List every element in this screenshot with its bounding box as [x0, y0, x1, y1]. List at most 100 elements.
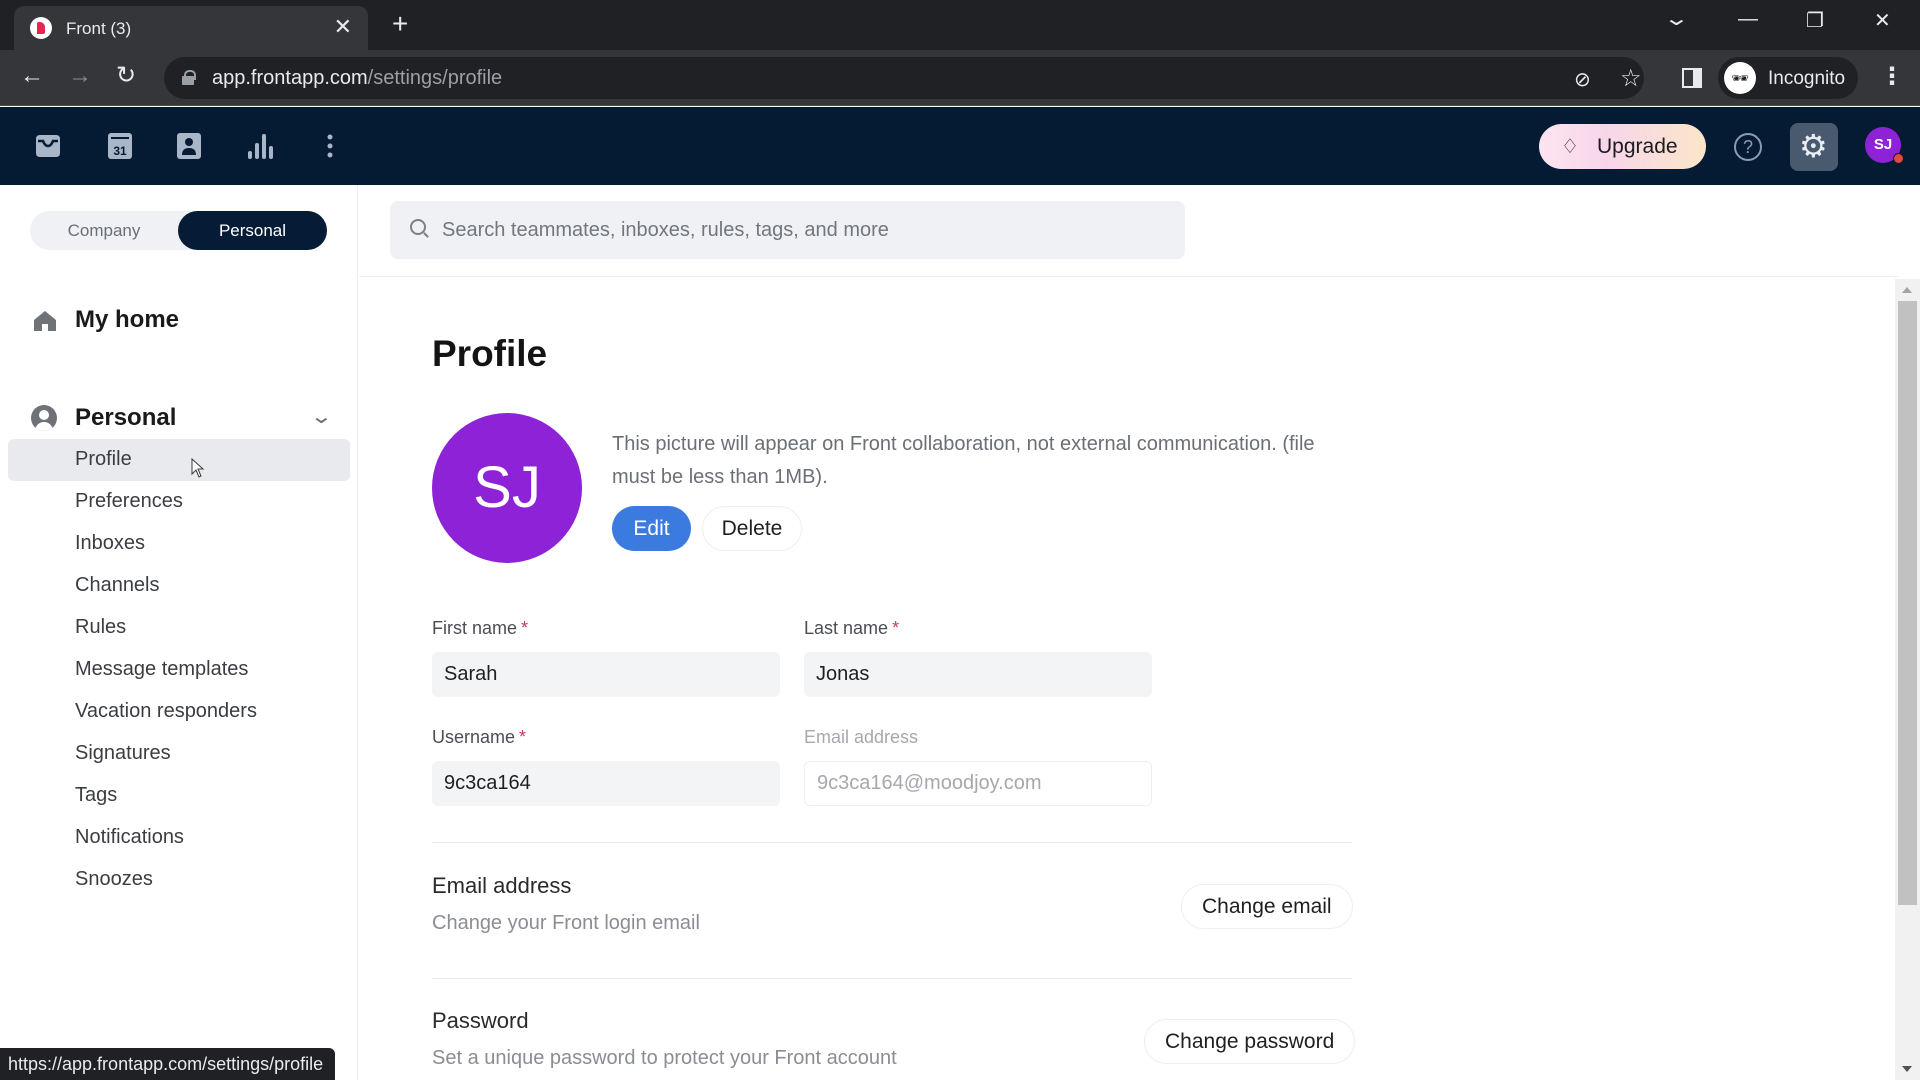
upgrade-label: Upgrade: [1597, 135, 1678, 158]
inbox-icon[interactable]: [33, 131, 63, 161]
incognito-profile-button[interactable]: 🕶 Incognito: [1718, 57, 1858, 99]
settings-sidebar: Company Personal My home Personal ⌄ Prof…: [0, 185, 358, 1080]
sidebar-item-vacation-responders[interactable]: Vacation responders: [8, 691, 350, 733]
first-name-label: First name *: [432, 618, 528, 639]
help-icon[interactable]: ?: [1734, 133, 1762, 161]
browser-toolbar: ← → ↻ app.frontapp.com/settings/profile …: [0, 50, 1920, 106]
browser-menu-icon[interactable]: ⋮: [1880, 62, 1904, 91]
chevron-down-icon[interactable]: ⌄: [310, 404, 333, 429]
search-input[interactable]: [442, 201, 1162, 259]
url-text[interactable]: app.frontapp.com/settings/profile: [212, 67, 502, 90]
sidebar-item-label: Notifications: [75, 826, 184, 848]
diamond-icon: ♢: [1561, 136, 1579, 158]
minimize-button[interactable]: —: [1738, 8, 1758, 31]
forward-button[interactable]: →: [68, 62, 92, 90]
sidebar-item-signatures[interactable]: Signatures: [8, 733, 350, 775]
my-home-label: My home: [75, 306, 180, 333]
sidebar-item-label: Vacation responders: [75, 700, 257, 722]
sidebar-item-rules[interactable]: Rules: [8, 607, 350, 649]
sidebar-item-notifications[interactable]: Notifications: [8, 817, 350, 859]
eye-off-icon[interactable]: ⊘: [1574, 67, 1591, 92]
username-label-text: Username: [432, 727, 516, 747]
sidebar-item-channels[interactable]: Channels: [8, 565, 350, 607]
email-field: [804, 761, 1152, 806]
window-close-button[interactable]: ✕: [1874, 8, 1891, 33]
username-field[interactable]: [432, 761, 780, 806]
tab-search-icon[interactable]: ⌄: [1663, 6, 1690, 31]
restore-button[interactable]: ❐: [1806, 8, 1824, 33]
sidebar-item-tags[interactable]: Tags: [8, 775, 350, 817]
profile-avatar: SJ: [432, 413, 582, 563]
section-divider: [432, 978, 1352, 979]
gear-icon: ⚙: [1799, 128, 1828, 164]
reload-button[interactable]: ↻: [116, 62, 136, 90]
sidebar-item-snoozes[interactable]: Snoozes: [8, 859, 350, 901]
first-name-label-text: First name: [432, 618, 518, 638]
calendar-icon[interactable]: 31: [105, 131, 135, 161]
email-label: Email address: [804, 727, 919, 747]
incognito-label: Incognito: [1768, 68, 1846, 89]
first-name-field[interactable]: [432, 652, 780, 697]
new-tab-button[interactable]: +: [392, 10, 408, 38]
scope-tab-personal[interactable]: Personal: [178, 211, 327, 250]
address-bar[interactable]: app.frontapp.com/settings/profile ⊘ ☆: [164, 57, 1644, 99]
password-section-description: Set a unique password to protect your Fr…: [432, 1047, 897, 1069]
sidebar-item-label: Signatures: [75, 742, 171, 764]
content-divider: [359, 276, 1899, 277]
calendar-day: 31: [113, 144, 127, 158]
sidebar-item-preferences[interactable]: Preferences: [8, 481, 350, 523]
required-mark: *: [519, 727, 527, 747]
change-email-button[interactable]: Change email: [1181, 884, 1353, 929]
tab-close-icon[interactable]: ✕: [334, 16, 352, 38]
upgrade-button[interactable]: ♢ Upgrade: [1539, 124, 1706, 169]
settings-button[interactable]: ⚙: [1790, 123, 1838, 171]
url-path: /settings/profile: [367, 67, 503, 89]
more-apps-icon[interactable]: [315, 131, 345, 161]
change-password-button[interactable]: Change password: [1144, 1019, 1356, 1064]
main-scrollbar[interactable]: [1895, 279, 1920, 1080]
incognito-icon: 🕶: [1724, 62, 1756, 94]
analytics-icon[interactable]: [245, 131, 275, 161]
mouse-pointer-icon: [191, 458, 205, 478]
notification-dot: [1893, 153, 1904, 164]
email-section-title: Email address: [432, 873, 572, 898]
sidebar-item-inboxes[interactable]: Inboxes: [8, 523, 350, 565]
scrollbar-thumb[interactable]: [1898, 301, 1917, 905]
settings-search: [390, 201, 1185, 259]
sidebar-item-label: Tags: [75, 784, 118, 806]
sidebar-item-label: Preferences: [75, 490, 183, 512]
last-name-label: Last name *: [804, 618, 899, 639]
email-section-description: Change your Front login email: [432, 912, 700, 934]
scope-toggle: Company Personal: [30, 211, 327, 250]
browser-tab[interactable]: Front (3) ✕: [14, 6, 368, 50]
scroll-up-arrow-icon[interactable]: [1902, 287, 1912, 293]
sidebar-item-label: Inboxes: [75, 532, 146, 554]
last-name-field[interactable]: [804, 652, 1152, 697]
sidebar-item-label: Message templates: [75, 658, 249, 680]
lock-icon: [182, 70, 196, 85]
sidebar-item-profile[interactable]: Profile: [8, 439, 350, 481]
user-avatar[interactable]: SJ: [1865, 127, 1904, 164]
last-name-label-text: Last name: [804, 618, 889, 638]
link-status-bubble: https://app.frontapp.com/settings/profil…: [0, 1048, 336, 1080]
bookmark-star-icon[interactable]: ☆: [1620, 64, 1642, 93]
back-button[interactable]: ←: [20, 62, 44, 90]
page-title: Profile: [432, 333, 548, 374]
contacts-icon[interactable]: [174, 131, 204, 161]
sidebar-section-personal[interactable]: Personal ⌄: [30, 398, 333, 438]
edit-avatar-button[interactable]: Edit: [612, 506, 691, 551]
profile-avatar-initials: SJ: [473, 455, 541, 520]
delete-avatar-button[interactable]: Delete: [702, 506, 802, 551]
front-favicon-icon: [30, 17, 52, 39]
sidebar-item-label: Profile: [75, 448, 132, 470]
personal-section-label: Personal: [75, 404, 177, 431]
home-icon: [34, 311, 56, 331]
sidebar-item-message-templates[interactable]: Message templates: [8, 649, 350, 691]
url-host: app.frontapp.com: [212, 67, 368, 89]
required-mark: *: [521, 618, 529, 638]
username-label: Username *: [432, 727, 526, 748]
scope-tab-company[interactable]: Company: [30, 211, 178, 250]
scroll-down-arrow-icon[interactable]: [1902, 1066, 1912, 1072]
avatar-help-text: This picture will appear on Front collab…: [612, 433, 1315, 488]
side-panel-icon[interactable]: [1682, 68, 1702, 88]
